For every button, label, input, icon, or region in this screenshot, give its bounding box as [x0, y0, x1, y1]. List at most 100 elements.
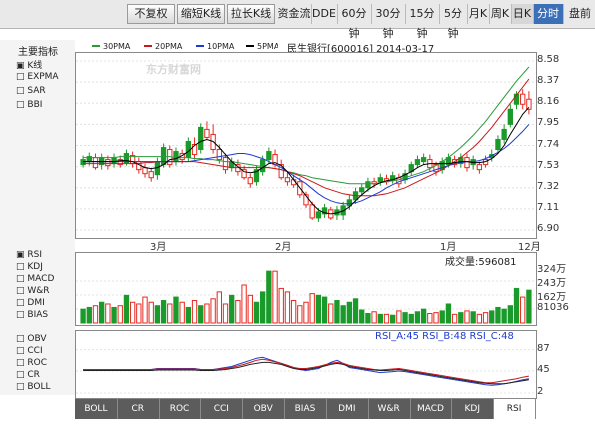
candle[interactable] [507, 104, 513, 128]
tab-8[interactable]: DDE [311, 4, 338, 24]
candle[interactable] [402, 169, 408, 184]
bottom-tab-bias[interactable]: BIAS [284, 399, 327, 419]
candle[interactable] [476, 161, 483, 174]
candle[interactable] [414, 155, 421, 168]
sub-indicator-roc[interactable]: □ ROC [16, 358, 47, 368]
checkbox-icon: □ [16, 334, 25, 344]
volume-bar [489, 310, 495, 324]
volume-bar [173, 296, 179, 324]
volume-bar [284, 291, 291, 324]
candle[interactable] [309, 201, 315, 220]
candle[interactable] [321, 203, 328, 218]
tab-1[interactable]: 日K [511, 4, 534, 24]
checkbox-icon: ▣ [16, 61, 25, 71]
volume-tick-label: 162万 [537, 292, 567, 303]
candle[interactable] [173, 147, 179, 166]
volume-bar [377, 313, 383, 324]
volume-bar [191, 300, 198, 324]
volume-bar [482, 312, 489, 324]
candle[interactable] [210, 124, 216, 154]
volume-bar [222, 303, 229, 324]
bottom-tab-macd[interactable]: MACD [410, 399, 453, 419]
checkbox-icon: □ [16, 72, 25, 82]
candle[interactable] [458, 153, 464, 168]
sub-indicator-boll[interactable]: □ BOLL [16, 382, 51, 392]
candle[interactable] [154, 157, 161, 180]
bottom-tab-boll[interactable]: BOLL [75, 399, 118, 419]
price-tick-label: 7.95 [537, 117, 560, 129]
tab-2[interactable]: 周K [489, 4, 512, 24]
sub-indicator-wr[interactable]: □ W&R [16, 286, 50, 296]
indicator-kline[interactable]: ▣ K线 [16, 58, 42, 71]
volume-bar [235, 300, 241, 324]
bottom-tab-kdj[interactable]: KDJ [451, 399, 495, 419]
month-label: 3月 [150, 242, 167, 253]
candle[interactable] [142, 163, 148, 178]
candle[interactable] [111, 153, 117, 168]
price-tick-label: 7.11 [537, 201, 560, 213]
tab-9[interactable]: 资金流 [277, 4, 312, 24]
tab-11[interactable]: 缩短K线 [177, 4, 225, 24]
tab-premarket[interactable]: 盘前 [565, 4, 595, 24]
candle[interactable] [247, 173, 253, 188]
indicator-bbi[interactable]: □ BBI [16, 100, 42, 110]
tab-5[interactable]: 15分钟 [405, 4, 440, 40]
volume-bar [315, 294, 322, 324]
sub-indicator-dmi[interactable]: □ DMI [16, 298, 45, 308]
candle[interactable] [390, 171, 396, 184]
candle[interactable] [439, 157, 445, 174]
sub-indicator-kdj[interactable]: □ KDJ [16, 262, 43, 272]
tab-6[interactable]: 30分钟 [371, 4, 406, 40]
bottom-tab-dmi[interactable]: DMI [326, 399, 369, 419]
watermark: 东方财富网 [146, 63, 201, 76]
candle[interactable] [501, 124, 507, 144]
candle[interactable] [253, 165, 260, 186]
sub-indicator-obv[interactable]: □ OBV [16, 334, 47, 344]
sub-indicator-rsi[interactable]: ▣ RSI [16, 250, 42, 260]
candle[interactable] [420, 153, 427, 165]
volume-bar [476, 313, 483, 324]
tab-10[interactable]: 拉长K线 [227, 4, 275, 24]
candle[interactable] [464, 153, 470, 172]
ma-legend-10PMA: 10PMA [196, 42, 235, 51]
volume-bar [303, 301, 309, 324]
checkbox-icon: ▣ [16, 250, 25, 260]
volume-label: 成交量:596081 [445, 257, 517, 268]
candlestick-chart[interactable]: 东方财富网 [75, 52, 537, 239]
tab-0[interactable]: 分时 [533, 4, 564, 24]
bottom-tab-roc[interactable]: ROC [159, 399, 202, 419]
candle[interactable] [383, 174, 390, 185]
bottom-tab-wr[interactable]: W&R [368, 399, 411, 419]
volume-bar [204, 303, 210, 324]
candle[interactable] [191, 137, 198, 160]
bottom-tab-cr[interactable]: CR [117, 399, 160, 419]
sub-indicator-cci[interactable]: □ CCI [16, 346, 43, 356]
tab-7[interactable]: 60分钟 [337, 4, 372, 40]
sub-indicator-macd[interactable]: □ MACD [16, 274, 54, 284]
rsi-tick-label: 2 [537, 385, 544, 397]
sub-indicator-cr[interactable]: □ CR [16, 370, 40, 380]
indicator-sar[interactable]: □ SAR [16, 86, 46, 96]
sub-indicator-bias[interactable]: □ BIAS [16, 310, 48, 320]
bottom-tab-rsi[interactable]: RSI [493, 399, 536, 419]
bottom-tab-obv[interactable]: OBV [242, 399, 286, 419]
ma-legend-30PMA: 30PMA [92, 42, 131, 51]
price-tick-label: 8.16 [537, 96, 560, 108]
candle[interactable] [198, 123, 204, 154]
volume-bar [414, 311, 421, 324]
price-tick-label: 7.32 [537, 180, 560, 192]
candle[interactable] [129, 151, 136, 168]
candle[interactable] [520, 89, 526, 110]
tab-4[interactable]: 5分钟 [439, 4, 468, 40]
tab-3[interactable]: 月K [467, 4, 490, 24]
volume-bar [80, 308, 86, 324]
volume-bar [390, 314, 396, 324]
candle[interactable] [148, 167, 154, 182]
indicator-expma[interactable]: □ EXPMA [16, 72, 59, 82]
candle[interactable] [526, 91, 532, 115]
candle[interactable] [408, 161, 414, 176]
bottom-tab-cci[interactable]: CCI [200, 399, 244, 419]
rsi-tick-label: 87 [537, 342, 550, 354]
tab-12[interactable]: 不复权 [127, 4, 175, 24]
volume-bar [272, 270, 278, 324]
